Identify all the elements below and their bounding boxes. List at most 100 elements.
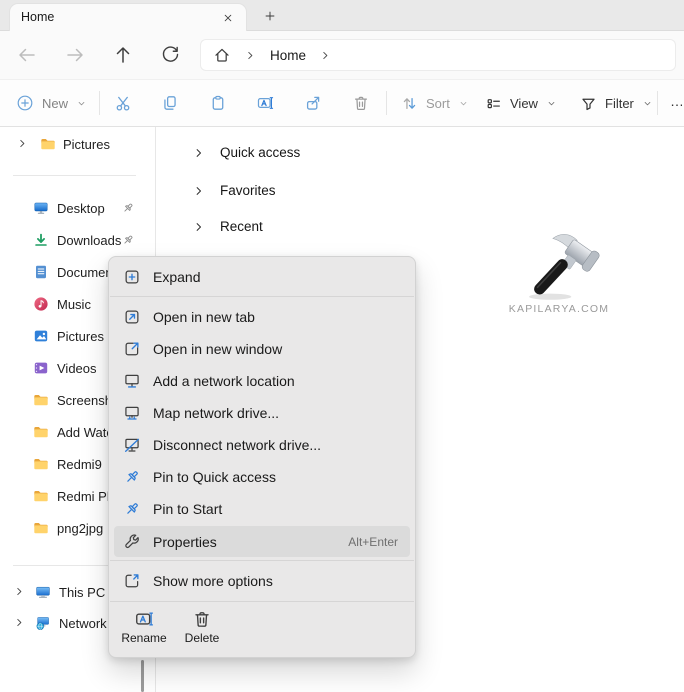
sidebar-item-label: Pictures xyxy=(63,137,110,152)
menu-item-label: Pin to Quick access xyxy=(153,469,276,485)
new-button[interactable]: New xyxy=(16,80,87,126)
more-options-button[interactable]: … xyxy=(670,93,682,113)
view-icon xyxy=(485,95,502,112)
menu-item-add-network-location[interactable]: Add a network location xyxy=(109,365,415,397)
sidebar-item-label: Add Wate xyxy=(57,425,114,440)
new-button-label: New xyxy=(42,96,68,111)
chevron-down-icon xyxy=(546,98,557,109)
menu-item-properties[interactable]: Properties Alt+Enter xyxy=(114,526,410,557)
group-favorites[interactable]: Favorites xyxy=(156,176,676,206)
new-tab-button[interactable] xyxy=(257,5,283,26)
group-quick-access[interactable]: Quick access xyxy=(156,138,676,168)
menu-item-map-network-drive[interactable]: Map network drive... xyxy=(109,397,415,429)
folder-icon xyxy=(33,520,49,536)
menu-item-open-in-new-tab[interactable]: Open in new tab xyxy=(109,301,415,333)
menu-item-label: Show more options xyxy=(153,573,273,589)
folder-icon xyxy=(33,392,49,408)
breadcrumb-home[interactable]: Home xyxy=(270,48,306,63)
pin-icon xyxy=(121,201,135,215)
menu-item-label: Open in new tab xyxy=(153,309,255,325)
sidebar-item-label: Pictures xyxy=(57,329,104,344)
folder-icon xyxy=(33,456,49,472)
sidebar-item-label: Desktop xyxy=(57,201,105,216)
sort-button[interactable]: Sort xyxy=(401,80,469,126)
tab-close-button[interactable] xyxy=(218,8,237,27)
hammer-image xyxy=(499,228,619,302)
copy-button[interactable] xyxy=(157,91,183,115)
open-in-new-tab-icon xyxy=(123,308,141,326)
chevron-down-icon xyxy=(642,98,653,109)
menu-item-pin-to-quick-access[interactable]: Pin to Quick access xyxy=(109,461,415,493)
delete-trash-icon xyxy=(352,94,370,112)
chevron-right-icon[interactable] xyxy=(193,221,205,233)
sidebar-item-pictures-tree[interactable]: Pictures xyxy=(0,128,152,160)
rename-button[interactable] xyxy=(252,91,278,115)
share-icon xyxy=(304,94,322,112)
watermark: KAPILARYA.COM xyxy=(484,228,634,315)
folder-icon xyxy=(33,424,49,440)
up-arrow-icon xyxy=(113,45,133,65)
chevron-right-icon[interactable] xyxy=(17,138,28,149)
sidebar-item-desktop[interactable]: Desktop xyxy=(0,192,152,224)
chevron-right-icon[interactable] xyxy=(14,617,25,628)
cut-button[interactable] xyxy=(110,91,136,115)
delete-button[interactable] xyxy=(348,91,374,115)
tab-home[interactable]: Home xyxy=(9,3,247,31)
sidebar-item-label: This PC xyxy=(59,585,105,600)
folder-icon xyxy=(33,488,49,504)
group-label: Quick access xyxy=(220,145,300,160)
address-bar[interactable]: Home xyxy=(200,39,676,71)
sidebar-item-label: Redmi Ph xyxy=(57,489,114,504)
pin-icon xyxy=(121,233,135,247)
plus-icon xyxy=(263,9,277,23)
expand-icon xyxy=(123,268,141,286)
desktop-icon xyxy=(33,200,49,216)
folder-icon xyxy=(40,136,56,152)
menu-item-label: Pin to Start xyxy=(153,501,222,517)
sidebar-item-label: png2jpg xyxy=(57,521,103,536)
menu-rename-button[interactable]: Rename xyxy=(115,607,173,655)
back-arrow-icon xyxy=(17,45,37,65)
toolbar-separator xyxy=(99,91,100,115)
sidebar-item-label: Network xyxy=(59,616,107,631)
tab-title: Home xyxy=(21,10,54,24)
up-button[interactable] xyxy=(113,45,133,65)
chevron-right-icon[interactable] xyxy=(193,185,205,197)
menu-item-disconnect-network-drive[interactable]: Disconnect network drive... xyxy=(109,429,415,461)
open-in-new-window-icon xyxy=(123,340,141,358)
menu-delete-button[interactable]: Delete xyxy=(173,607,231,655)
view-button[interactable]: View xyxy=(485,80,557,126)
breadcrumb-chevron-icon[interactable] xyxy=(320,50,331,61)
home-icon[interactable] xyxy=(213,46,231,64)
filter-button[interactable]: Filter xyxy=(580,80,653,126)
sidebar-item-label: Redmi9 xyxy=(57,457,102,472)
menu-item-expand[interactable]: Expand xyxy=(109,261,415,293)
filter-button-label: Filter xyxy=(605,96,634,111)
sidebar-item-label: Music xyxy=(57,297,91,312)
share-button[interactable] xyxy=(300,91,326,115)
tab-bar: Home xyxy=(0,0,684,31)
chevron-right-icon[interactable] xyxy=(193,147,205,159)
cut-icon xyxy=(114,94,132,112)
menu-item-label: Open in new window xyxy=(153,341,282,357)
sidebar-scrollbar-thumb[interactable] xyxy=(141,660,144,692)
map-network-drive-icon xyxy=(123,404,141,422)
chevron-right-icon[interactable] xyxy=(14,586,25,597)
menu-item-open-in-new-window[interactable]: Open in new window xyxy=(109,333,415,365)
back-button[interactable] xyxy=(17,45,37,65)
menu-item-show-more-options[interactable]: Show more options xyxy=(109,565,415,597)
command-toolbar: New Sort View Filter … xyxy=(0,79,684,127)
add-network-location-icon xyxy=(123,372,141,390)
menu-item-pin-to-start[interactable]: Pin to Start xyxy=(109,493,415,525)
properties-wrench-icon xyxy=(123,533,141,551)
sidebar-item-label: Videos xyxy=(57,361,97,376)
rename-icon xyxy=(134,609,154,629)
forward-button[interactable] xyxy=(65,45,85,65)
menu-action-label: Rename xyxy=(115,631,173,645)
menu-divider xyxy=(110,296,414,297)
chevron-down-icon xyxy=(458,98,469,109)
copy-icon xyxy=(161,94,179,112)
sidebar-item-downloads[interactable]: Downloads xyxy=(0,224,152,256)
paste-button[interactable] xyxy=(205,91,231,115)
refresh-button[interactable] xyxy=(161,45,181,65)
